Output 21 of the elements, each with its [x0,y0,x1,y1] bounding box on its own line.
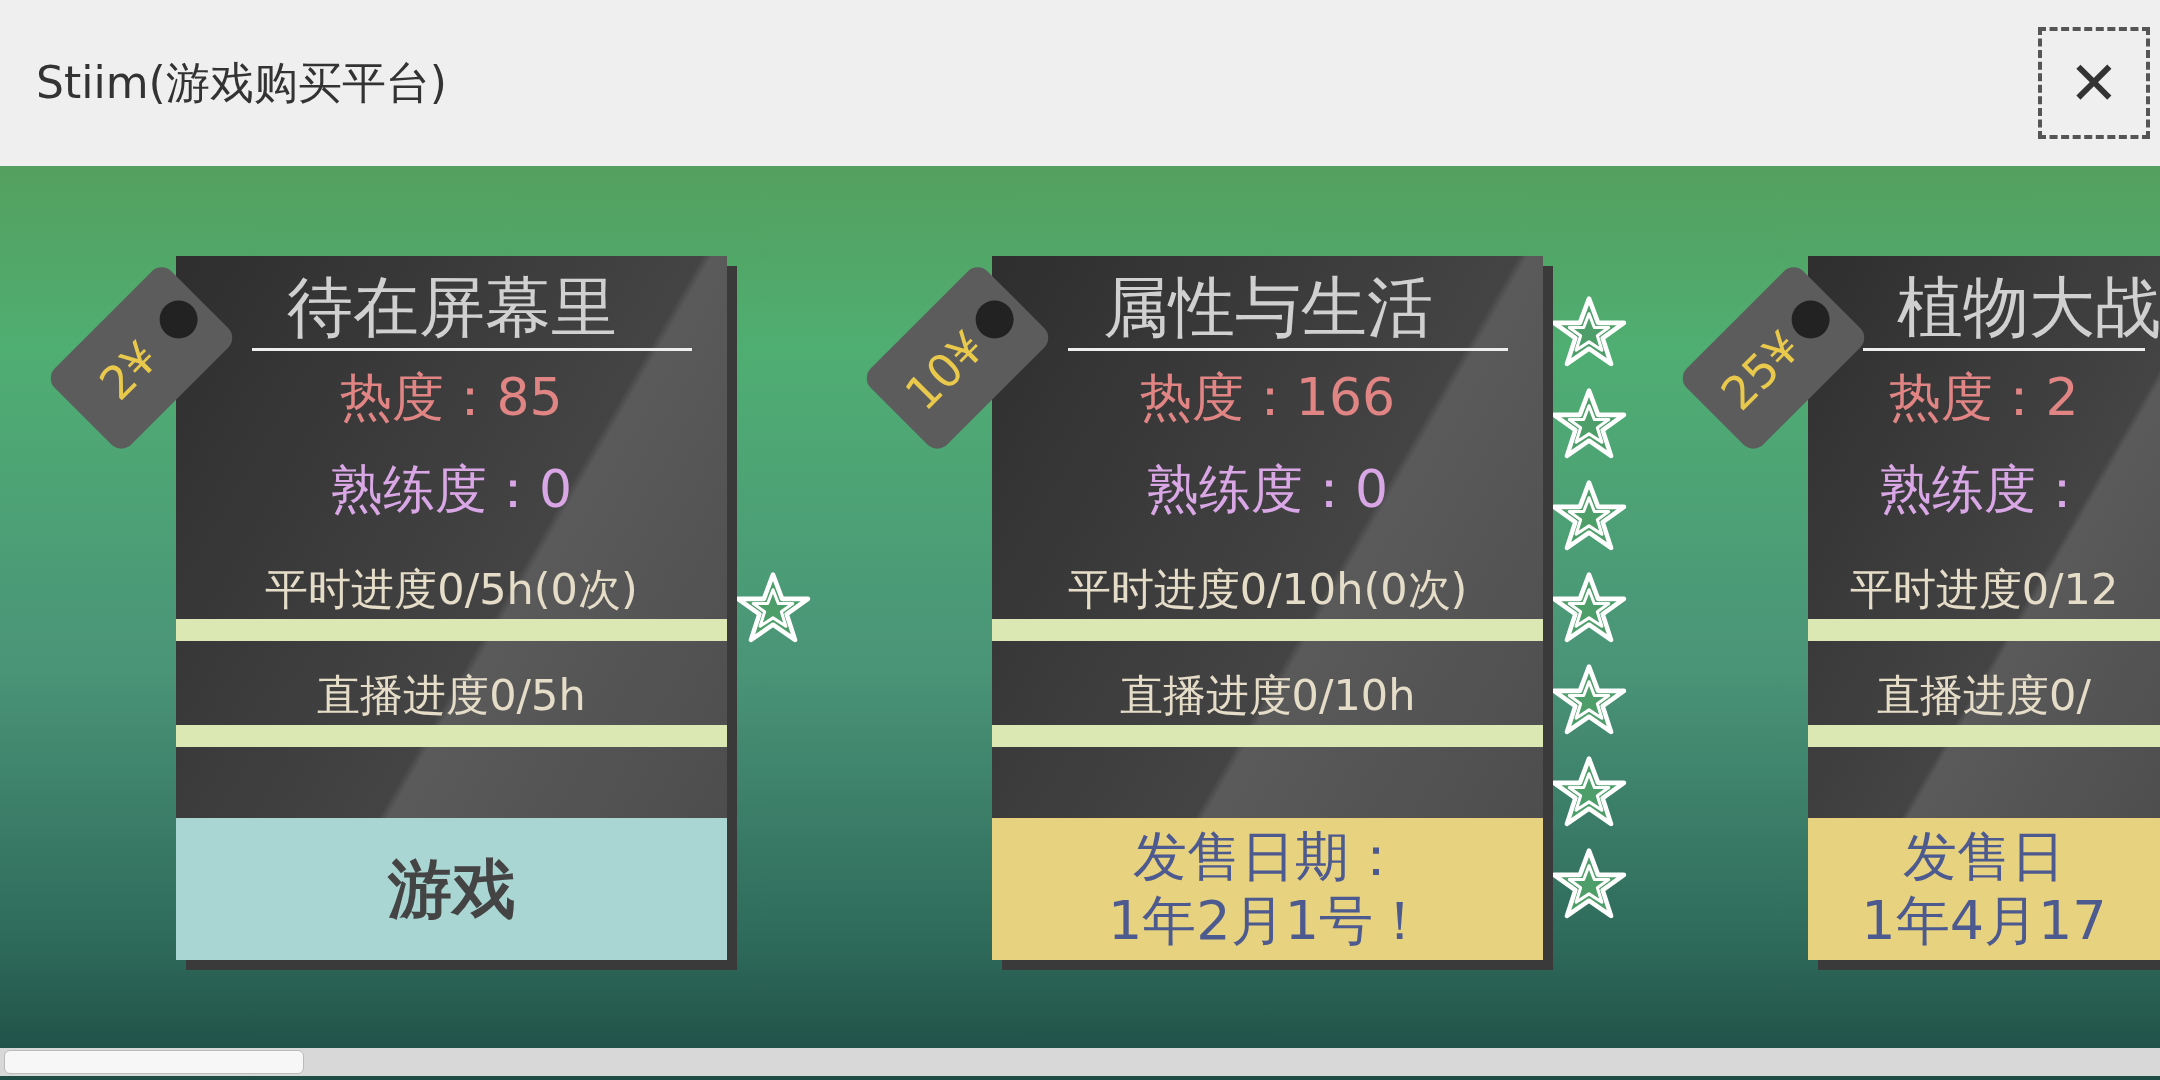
progress-label: 直播进度0/ [1877,669,2091,721]
skill-stat: 熟练度：0 [1146,458,1389,521]
release-date-text: 1年4月17 [1861,889,2107,953]
progress-label: 平时进度0/12 [1849,563,2119,615]
skill-stat: 熟练度：0 [330,458,573,521]
release-date-text: 1年2月1号！ [1107,889,1428,953]
release-date-text: 发售日期： [1132,825,1403,889]
heat-stat: 热度：2 [1889,366,2079,429]
price-text: 2¥ [89,330,169,411]
release-date-text: 发售日 [1903,825,2065,889]
game-title: 属性与生活 [1102,268,1433,348]
progress-label: 直播进度0/5h [317,669,586,721]
skill-stat: 熟练度： [1880,458,2088,521]
heat-stat: 热度：166 [1139,366,1396,429]
window-title: Stiim(游戏购买平台) [36,55,447,110]
game-title: 植物大战 [1897,268,2160,348]
progress-label: 平时进度0/5h(0次) [265,563,638,615]
progress-label: 平时进度0/10h(0次) [1067,563,1468,615]
game-title: 待在屏幕里 [286,268,617,348]
progress-label: 直播进度0/10h [1119,669,1416,721]
heat-stat: 热度：85 [340,366,563,429]
